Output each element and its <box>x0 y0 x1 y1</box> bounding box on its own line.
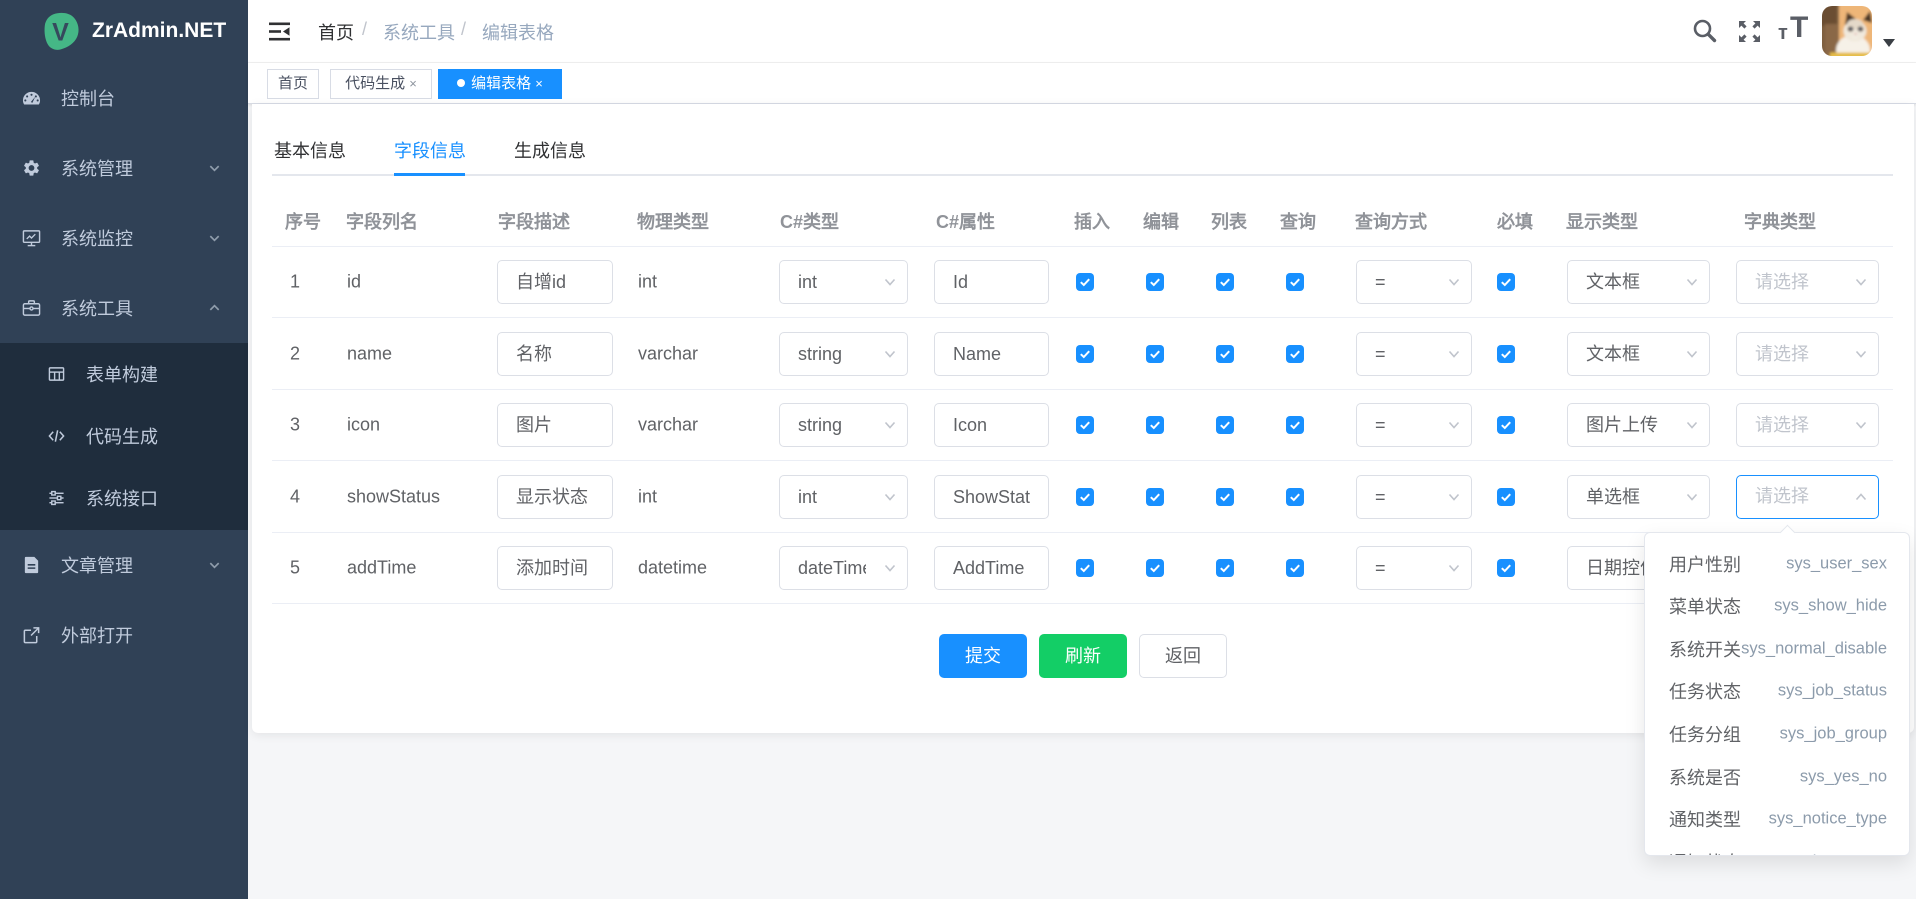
svg-text:V: V <box>52 19 69 47</box>
